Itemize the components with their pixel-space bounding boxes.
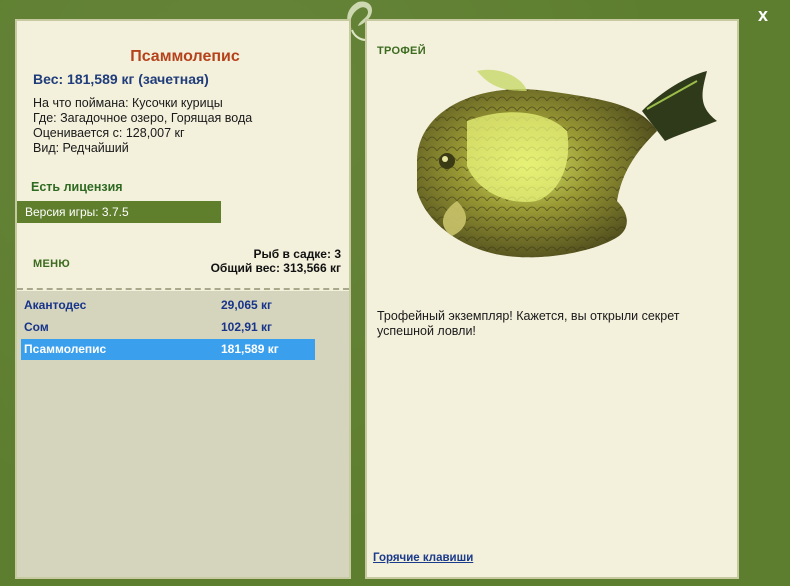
fish-title: Псаммолепис bbox=[130, 48, 240, 65]
list-item-weight: 181,589 кг bbox=[221, 342, 279, 356]
version-bar: Версия игры: 3.7.5 bbox=[17, 201, 221, 223]
license-status: Есть лицензия bbox=[31, 180, 123, 194]
list-item-name: Акантодес bbox=[24, 298, 87, 312]
list-item-weight: 102,91 кг bbox=[221, 320, 273, 334]
keepnet-summary: Рыб в садке: 3 Общий вес: 313,566 кг bbox=[211, 247, 341, 275]
fish-image bbox=[417, 69, 717, 258]
close-button[interactable]: x bbox=[752, 4, 774, 26]
bait-info: На что поймана: Кусочки курицы bbox=[33, 96, 223, 110]
keepnet-list: Акантодес 29,065 кг Сом 102,91 кг Псаммо… bbox=[17, 291, 349, 577]
location-info: Где: Загадочное озеро, Горящая вода bbox=[33, 111, 253, 125]
list-item-name: Псаммолепис bbox=[24, 342, 107, 356]
fish-weight: Вес: 181,589 кг (зачетная) bbox=[33, 71, 209, 87]
trophy-description: Трофейный экземпляр! Кажется, вы открыли… bbox=[377, 309, 680, 338]
hotkeys-link[interactable]: Горячие клавиши bbox=[373, 552, 473, 564]
list-item-name: Сом bbox=[24, 320, 49, 334]
list-item[interactable]: Сом 102,91 кг bbox=[21, 317, 315, 338]
divider bbox=[17, 288, 349, 290]
list-item-weight: 29,065 кг bbox=[221, 298, 273, 312]
valuation-info: Оценивается с: 128,007 кг bbox=[33, 126, 185, 140]
fish-count: Рыб в садке: 3 bbox=[253, 247, 341, 261]
list-item-selected[interactable]: Псаммолепис 181,589 кг bbox=[21, 339, 315, 360]
rarity-info: Вид: Редчайший bbox=[33, 141, 129, 155]
trophy-panel: ТРОФЕЙ Трофейный экземпляр! Кажется, вы … bbox=[365, 19, 739, 579]
total-weight: Общий вес: 313,566 кг bbox=[210, 261, 341, 275]
list-item[interactable]: Акантодес 29,065 кг bbox=[21, 295, 315, 316]
fish-info-panel: Псаммолепис Вес: 181,589 кг (зачетная) Н… bbox=[15, 19, 351, 579]
menu-button[interactable]: МЕНЮ bbox=[33, 258, 70, 270]
